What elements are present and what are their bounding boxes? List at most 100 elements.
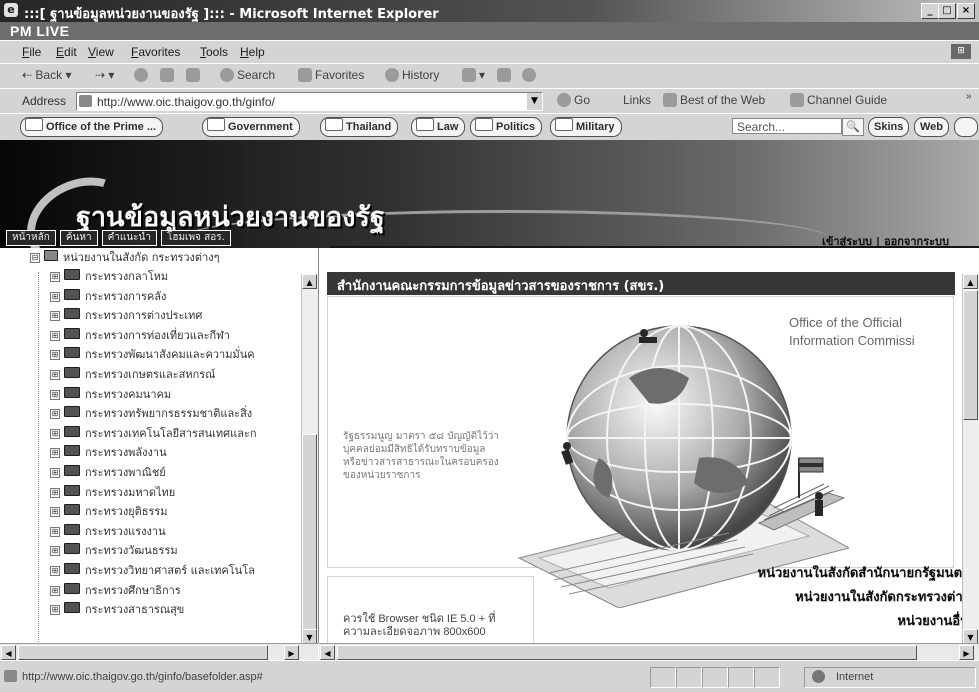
collapse-icon[interactable]: ⊟ bbox=[30, 253, 40, 263]
expand-icon[interactable]: ⊞ bbox=[50, 291, 60, 302]
link-office-prime[interactable]: Office of the Prime ... bbox=[20, 117, 164, 137]
tree-item[interactable]: ⊞ กระทรวงทรัพยากรธรรมชาติและสิ่ง bbox=[50, 404, 252, 423]
close-button[interactable]: × bbox=[957, 3, 975, 19]
tree-item[interactable]: ⊞ กระทรวงแรงงาน bbox=[50, 522, 166, 541]
tree-item[interactable]: ⊞ กระทรวงกลาโหม bbox=[50, 267, 168, 286]
maximize-button[interactable]: □ bbox=[938, 3, 956, 19]
tree-item[interactable]: ⊞ กระทรวงวัฒนธรรม bbox=[50, 541, 178, 560]
scroll-down-button[interactable]: ▼ bbox=[302, 629, 317, 643]
link-pm-office-agencies[interactable]: หน่วยงานในสังกัดสำนักนายกรัฐมนตร bbox=[758, 562, 969, 583]
address-dropdown-icon[interactable]: ▼ bbox=[527, 93, 542, 110]
expand-icon[interactable]: ⊞ bbox=[50, 370, 60, 380]
link-military[interactable]: Military bbox=[550, 117, 622, 137]
scroll-up-button[interactable]: ▲ bbox=[302, 274, 317, 289]
link-channel-guide[interactable]: Channel Guide bbox=[790, 93, 887, 107]
menu-tools[interactable]: Tools bbox=[200, 45, 228, 59]
expand-icon[interactable]: ⊞ bbox=[50, 272, 60, 282]
tree-item[interactable]: ⊞ กระทรวงเทคโนโลยีสารสนเทศและก bbox=[50, 424, 257, 443]
link-thailand[interactable]: Thailand bbox=[320, 117, 399, 137]
link-law[interactable]: Law bbox=[411, 117, 466, 137]
go-button[interactable]: Go bbox=[557, 93, 590, 107]
content-scroll-up-button[interactable]: ▲ bbox=[963, 274, 978, 289]
expand-icon[interactable]: ⊞ bbox=[50, 468, 60, 478]
content-scroll-left-button[interactable]: ◀ bbox=[320, 645, 335, 660]
scroll-right-button[interactable]: ▶ bbox=[284, 645, 299, 660]
menu-favorites[interactable]: Favorites bbox=[131, 45, 180, 59]
content-scroll-thumb[interactable] bbox=[963, 290, 978, 420]
tree-item[interactable]: ⊞ กระทรวงคมนาคม bbox=[50, 385, 171, 404]
search-button[interactable]: Search bbox=[220, 68, 275, 82]
expand-icon[interactable]: ⊞ bbox=[50, 330, 60, 341]
toolbar-search-button[interactable]: 🔍 bbox=[842, 118, 864, 136]
link-government[interactable]: Government bbox=[202, 117, 300, 137]
mail-button[interactable]: ▾ bbox=[462, 68, 485, 82]
tree-item[interactable]: ⊞ กระทรวงมหาดไทย bbox=[50, 483, 175, 502]
scroll-left-button[interactable]: ◀ bbox=[1, 645, 16, 660]
tree-item[interactable]: ⊞ กระทรวงการต่างประเทศ bbox=[50, 306, 202, 325]
content-scroll-thumb-horizontal[interactable] bbox=[337, 645, 917, 660]
content-scroll-down-button[interactable]: ▼ bbox=[963, 629, 978, 643]
expand-icon[interactable]: ⊞ bbox=[50, 487, 60, 498]
messenger-button[interactable] bbox=[522, 68, 539, 82]
nav-search[interactable]: ค้นหา bbox=[59, 230, 98, 246]
expand-icon[interactable]: ⊞ bbox=[50, 389, 60, 400]
expand-icon[interactable]: ⊞ bbox=[50, 546, 60, 557]
menu-help[interactable]: Help bbox=[240, 45, 265, 59]
stop-button[interactable] bbox=[134, 68, 151, 82]
link-best-of-web[interactable]: Best of the Web bbox=[663, 93, 765, 107]
address-input[interactable]: http://www.oic.thaigov.go.th/ginfo/ ▼ bbox=[76, 92, 543, 111]
expand-icon[interactable]: ⊞ bbox=[50, 605, 60, 616]
tree-item[interactable]: ⊞ กระทรวงวิทยาศาสตร์ และเทคโนโล bbox=[50, 561, 255, 580]
english-org-name-line2: Information Commissi bbox=[789, 333, 915, 348]
tree-item[interactable]: ⊞ กระทรวงสาธารณสุข bbox=[50, 600, 184, 619]
expand-icon[interactable]: ⊞ bbox=[50, 566, 60, 576]
tree-item[interactable]: ⊞ กระทรวงการคลัง bbox=[50, 287, 166, 306]
expand-icon[interactable]: ⊞ bbox=[50, 350, 60, 361]
expand-icon[interactable]: ⊞ bbox=[50, 585, 60, 596]
tree-item[interactable]: ⊞ กระทรวงการท่องเที่ยวและกีฬา bbox=[50, 326, 230, 345]
scroll-thumb-horizontal[interactable] bbox=[18, 645, 268, 660]
favorites-button[interactable]: Favorites bbox=[298, 68, 364, 82]
address-value[interactable]: http://www.oic.thaigov.go.th/ginfo/ bbox=[97, 95, 275, 109]
link-politics[interactable]: Politics bbox=[470, 117, 543, 137]
tree-item[interactable]: ⊞ กระทรวงยุติธรรม bbox=[50, 502, 168, 521]
forward-button[interactable]: ⇢ ▾ bbox=[95, 68, 114, 82]
home-button[interactable] bbox=[186, 68, 203, 82]
tree-item[interactable]: ⊞ กระทรวงเกษตรและสหกรณ์ bbox=[50, 365, 215, 384]
menu-view[interactable]: View bbox=[88, 45, 114, 59]
tree-item[interactable]: ⊞ กระทรวงพัฒนาสังคมและความมั่นค bbox=[50, 345, 255, 364]
content-vertical-scrollbar[interactable]: ▲ ▼ bbox=[962, 274, 979, 643]
links-overflow-icon[interactable]: » bbox=[966, 91, 972, 102]
tree-root[interactable]: ⊟ หน่วยงานในสังกัด กระทรวงต่างๆ bbox=[30, 248, 220, 267]
nav-homepage-oic[interactable]: โฮมเพจ สอร. bbox=[160, 230, 231, 246]
minimize-button[interactable]: _ bbox=[921, 3, 939, 19]
expand-icon[interactable]: ⊞ bbox=[50, 428, 60, 439]
tree-item[interactable]: ⊞ กระทรวงพลังงาน bbox=[50, 443, 167, 462]
tree-item[interactable]: ⊞ กระทรวงศึกษาธิการ bbox=[50, 581, 181, 600]
tree-horizontal-scrollbar[interactable]: ◀ ▶ bbox=[0, 643, 318, 661]
skins-button[interactable]: Skins bbox=[868, 117, 910, 137]
nav-home[interactable]: หน้าหลัก bbox=[6, 230, 56, 246]
link-other-agencies[interactable]: หน่วยงานอื่น bbox=[897, 610, 969, 631]
tree-item[interactable]: ⊞ กระทรวงพาณิชย์ bbox=[50, 463, 166, 482]
tree-vertical-scrollbar[interactable]: ▲ ▼ bbox=[301, 274, 318, 643]
expand-icon[interactable]: ⊞ bbox=[50, 507, 60, 518]
skin-diamond-icon[interactable] bbox=[954, 117, 978, 137]
back-button[interactable]: ⇠ Back ▾ bbox=[22, 68, 71, 82]
menu-file[interactable]: File bbox=[22, 45, 41, 59]
history-button[interactable]: History bbox=[385, 68, 439, 82]
toolbar-search-input[interactable]: Search... bbox=[732, 118, 842, 134]
refresh-button[interactable] bbox=[160, 68, 177, 82]
link-ministry-agencies[interactable]: หน่วยงานในสังกัดกระทรวงต่าง bbox=[795, 586, 969, 607]
expand-icon[interactable]: ⊞ bbox=[50, 448, 60, 459]
content-horizontal-scrollbar[interactable]: ◀ ▶ bbox=[319, 643, 979, 661]
print-button[interactable] bbox=[497, 68, 514, 82]
content-scroll-right-button[interactable]: ▶ bbox=[959, 645, 974, 660]
expand-icon[interactable]: ⊞ bbox=[50, 409, 60, 420]
scroll-thumb[interactable] bbox=[302, 434, 317, 634]
expand-icon[interactable]: ⊞ bbox=[50, 526, 60, 537]
nav-guide[interactable]: คำแนะนำ bbox=[101, 230, 157, 246]
expand-icon[interactable]: ⊞ bbox=[50, 311, 60, 322]
web-button[interactable]: Web bbox=[914, 117, 950, 137]
menu-edit[interactable]: Edit bbox=[56, 45, 77, 59]
